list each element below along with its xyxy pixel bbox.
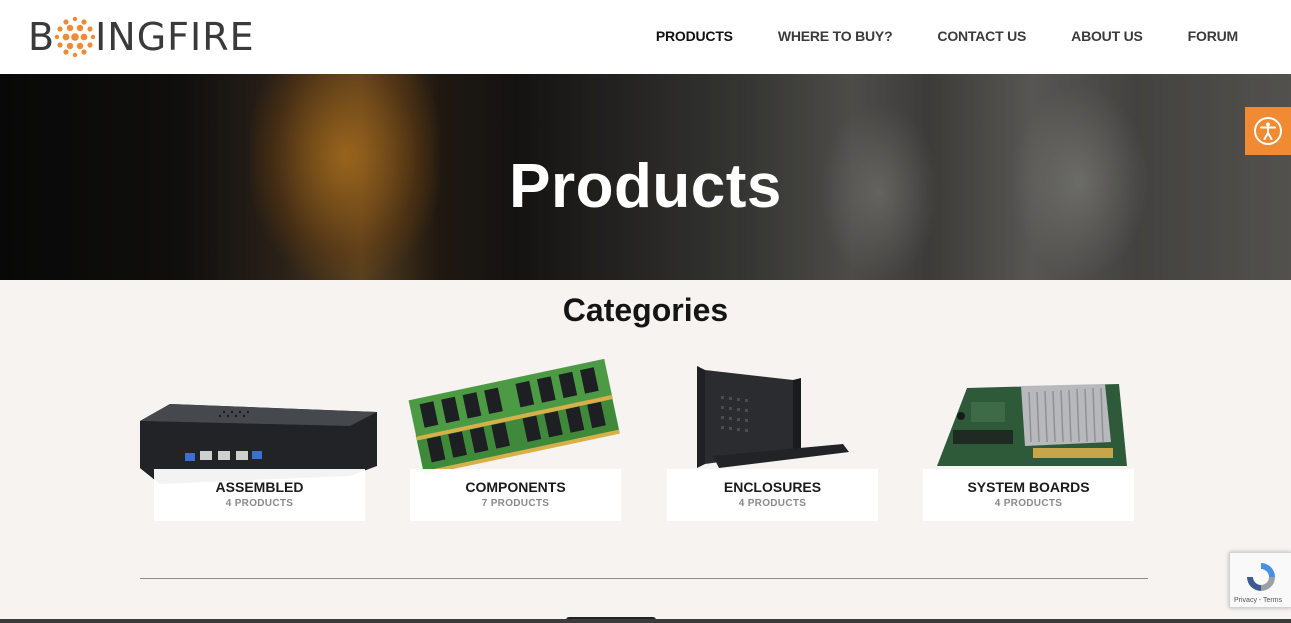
categories-heading: Categories bbox=[562, 292, 729, 328]
section-divider bbox=[140, 578, 1148, 579]
nav-products[interactable]: PRODUCTS bbox=[656, 27, 733, 45]
brand-logo[interactable]: B INGFIRE bbox=[28, 14, 255, 60]
category-count: 4 PRODUCTS bbox=[738, 498, 807, 509]
category-label: ENCLOSURES 4 PRODUCTS bbox=[667, 469, 878, 521]
category-count: 4 PRODUCTS bbox=[225, 498, 294, 509]
category-name: ENCLOSURES bbox=[723, 479, 822, 495]
main-nav: PRODUCTS WHERE TO BUY? CONTACT US ABOUT … bbox=[611, 27, 1238, 45]
hero-banner: Products bbox=[0, 74, 1291, 280]
accessibility-button[interactable] bbox=[1245, 107, 1291, 155]
logo-text-right: INGFIRE bbox=[95, 15, 255, 59]
category-card-components[interactable]: COMPONENTS 7 PRODUCTS bbox=[396, 356, 636, 526]
ram-modules-image bbox=[408, 358, 620, 476]
accessibility-icon bbox=[1254, 117, 1282, 145]
recaptcha-terms-link[interactable]: Privacy - Terms bbox=[1234, 597, 1282, 604]
site-header: B INGFIRE PRODUCTS WHERE TO BUY? CONTACT… bbox=[0, 0, 1291, 74]
logo-dots-icon bbox=[54, 16, 96, 58]
nav-contact-us[interactable]: CONTACT US bbox=[937, 27, 1026, 45]
category-name: SYSTEM BOARDS bbox=[967, 479, 1090, 495]
mini-pc-image bbox=[140, 404, 377, 484]
page-title: Products bbox=[509, 152, 782, 221]
logo-text-left: B bbox=[28, 15, 56, 59]
nav-where-to-buy[interactable]: WHERE TO BUY? bbox=[778, 27, 893, 45]
category-label: COMPONENTS 7 PRODUCTS bbox=[410, 469, 621, 521]
recaptcha-badge[interactable]: Privacy - Terms bbox=[1229, 552, 1291, 608]
category-card-system-boards[interactable]: SYSTEM BOARDS 4 PRODUCTS bbox=[909, 356, 1149, 526]
category-name: ASSEMBLED bbox=[215, 479, 304, 495]
category-label: SYSTEM BOARDS 4 PRODUCTS bbox=[923, 469, 1134, 521]
viewport-bottom-edge bbox=[0, 619, 1291, 623]
enclosure-image bbox=[697, 366, 849, 468]
nav-forum[interactable]: FORUM bbox=[1188, 27, 1239, 45]
category-count: 7 PRODUCTS bbox=[481, 498, 550, 509]
nav-about-us[interactable]: ABOUT US bbox=[1071, 27, 1143, 45]
category-count: 4 PRODUCTS bbox=[994, 498, 1063, 509]
category-label: ASSEMBLED 4 PRODUCTS bbox=[154, 469, 365, 521]
motherboard-image bbox=[937, 384, 1127, 466]
category-card-assembled[interactable]: ASSEMBLED 4 PRODUCTS bbox=[140, 356, 380, 526]
recaptcha-icon bbox=[1247, 563, 1275, 591]
category-name: COMPONENTS bbox=[465, 479, 566, 495]
category-card-enclosures[interactable]: ENCLOSURES 4 PRODUCTS bbox=[653, 356, 893, 526]
